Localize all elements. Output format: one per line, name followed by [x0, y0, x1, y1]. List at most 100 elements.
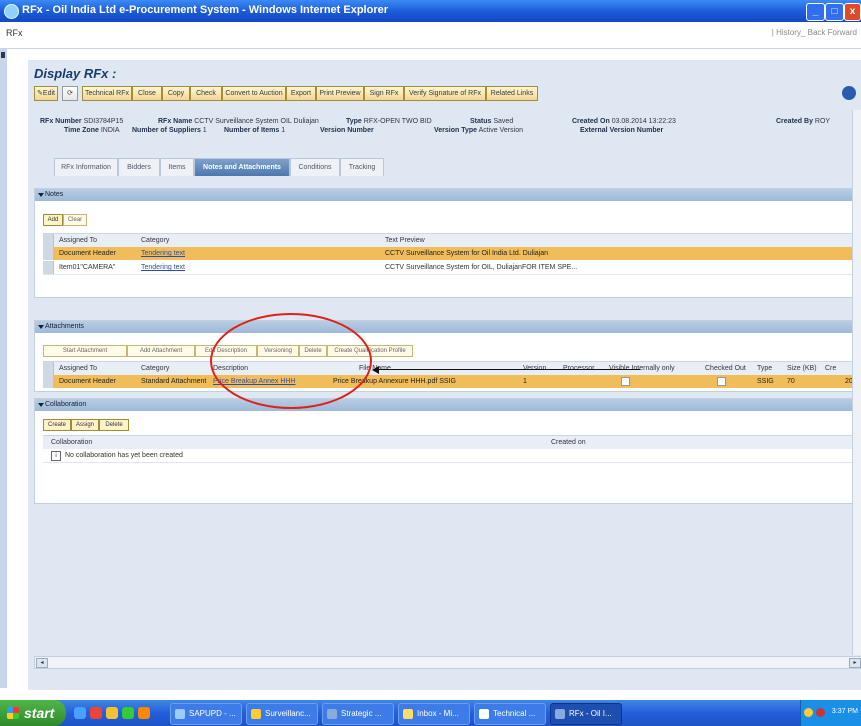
ie-quicklaunch-icon[interactable]: [74, 707, 86, 719]
collaboration-header[interactable]: Collaboration: [35, 399, 861, 411]
windows-flag-icon: [7, 707, 19, 719]
status-value: Saved: [493, 118, 514, 125]
collaboration-empty-row: i No collaboration has yet been created: [43, 449, 861, 463]
tab-tracking[interactable]: Tracking: [340, 158, 384, 176]
annotation-arrow-line: [378, 369, 640, 370]
window-title: RFx - Oil India Ltd e-Procurement System…: [22, 4, 389, 16]
create-collaboration-button[interactable]: Create: [43, 419, 71, 431]
taskbar-item-sapupd[interactable]: SAPUPD - ...: [170, 703, 242, 725]
help-icon[interactable]: [842, 86, 856, 100]
verify-signature-button[interactable]: Verify Signature of RFx: [404, 86, 486, 101]
taskbar-item-technical[interactable]: Technical ...: [474, 703, 546, 725]
type-label: Type: [346, 118, 362, 125]
taskbar-item-surveillance[interactable]: Surveillanc...: [246, 703, 318, 725]
collapse-triangle-icon[interactable]: [38, 193, 44, 197]
table-row[interactable]: Document Header Standard Attachment Pric…: [43, 375, 861, 388]
notes-section: Notes Add Clear Assigned To Category Tex…: [34, 188, 861, 298]
assign-collaboration-button[interactable]: Assign: [71, 419, 99, 431]
rfx-number-value: SDI3784P15: [83, 118, 124, 125]
tab-bidders[interactable]: Bidders: [118, 158, 160, 176]
folder-icon: [251, 709, 261, 719]
table-row[interactable]: Item01"CAMERA" Tendering text CCTV Surve…: [43, 261, 861, 275]
firefox-quicklaunch-icon[interactable]: [138, 707, 150, 719]
edit-button[interactable]: ✎Edit: [34, 86, 58, 101]
version-type-label: Version Type: [434, 127, 478, 134]
external-version-label: External Version Number: [580, 127, 664, 134]
table-row[interactable]: Document Header Tendering text CCTV Surv…: [43, 247, 861, 260]
history-navigation[interactable]: | History_ Back Forward: [772, 28, 857, 37]
app-quicklaunch-icon[interactable]: [90, 707, 102, 719]
num-items-value: 1: [281, 127, 286, 134]
start-button[interactable]: start: [0, 700, 66, 726]
close-window-button[interactable]: x: [844, 3, 861, 21]
taskbar-item-strategic[interactable]: Strategic ...: [322, 703, 394, 725]
collapse-marker-icon[interactable]: [1, 52, 5, 58]
rfx-number-label: RFx Number: [40, 118, 82, 125]
portal-header: RFx | History_ Back Forward: [0, 22, 861, 49]
scroll-left-icon[interactable]: ◂: [36, 658, 48, 668]
document-icon: [479, 709, 489, 719]
ie-icon: [327, 709, 337, 719]
minimize-button[interactable]: _: [806, 3, 825, 21]
visible-internally-checkbox[interactable]: [621, 377, 630, 386]
maximize-button[interactable]: □: [825, 3, 844, 21]
print-preview-button[interactable]: Print Preview: [316, 86, 364, 101]
rfx-toolbar: ✎Edit ⟳ Technical RFx Close Copy Check C…: [34, 86, 861, 102]
created-on-value: 03.08.2014 13:22:23: [611, 118, 676, 125]
refresh-icon: ⟳: [67, 90, 73, 97]
convert-to-auction-button[interactable]: Convert to Auction: [222, 86, 286, 101]
tab-items[interactable]: Items: [160, 158, 194, 176]
mail-icon: [403, 709, 413, 719]
category-link[interactable]: Tendering text: [141, 261, 371, 274]
sign-rfx-button[interactable]: Sign RFx: [364, 86, 404, 101]
notes-table-header: Assigned To Category Text Preview: [43, 233, 861, 248]
taskbar-item-rfx[interactable]: RFx - Oil I...: [550, 703, 622, 725]
add-note-button[interactable]: Add: [43, 214, 63, 226]
annotation-circle: [210, 313, 372, 409]
refresh-button[interactable]: ⟳: [62, 86, 78, 101]
tray-icon[interactable]: [804, 708, 813, 717]
collapse-triangle-icon[interactable]: [38, 325, 44, 329]
info-icon: i: [51, 451, 61, 461]
windows-taskbar: start SAPUPD - ... Surveillanc... Strate…: [0, 700, 861, 726]
version-type-value: Active Version: [478, 127, 523, 134]
copy-button[interactable]: Copy: [162, 86, 190, 101]
delete-collaboration-button[interactable]: Delete: [99, 419, 129, 431]
related-links-button[interactable]: Related Links: [486, 86, 538, 101]
tab-rfx-information[interactable]: RFx Information: [54, 158, 118, 176]
horizontal-scrollbar[interactable]: ◂ ▸: [34, 656, 861, 669]
add-attachment-button[interactable]: Add Attachment: [127, 345, 195, 357]
created-by-value: ROY: [814, 118, 831, 125]
taskbar-item-inbox[interactable]: Inbox - Mi...: [398, 703, 470, 725]
scroll-right-icon[interactable]: ▸: [849, 658, 861, 668]
window-icon: [175, 709, 185, 719]
technical-rfx-button[interactable]: Technical RFx: [82, 86, 132, 101]
category-link[interactable]: Tendering text: [141, 247, 371, 260]
start-attachment-button[interactable]: Start Attachment: [43, 345, 127, 357]
checked-out-checkbox[interactable]: [717, 377, 726, 386]
clock[interactable]: 3:37 PM: [832, 708, 858, 715]
version-number-label: Version Number: [320, 127, 374, 134]
vertical-scrollbar[interactable]: [852, 110, 861, 655]
notes-header[interactable]: Notes: [35, 189, 861, 201]
tab-strip: RFx Information Bidders Items Notes and …: [34, 154, 861, 176]
attachments-header[interactable]: Attachments: [35, 321, 861, 333]
tab-conditions[interactable]: Conditions: [290, 158, 340, 176]
media-quicklaunch-icon[interactable]: [122, 707, 134, 719]
collaboration-table-header: Collaboration Created on: [43, 435, 861, 450]
export-button[interactable]: Export: [286, 86, 316, 101]
security-icon[interactable]: [816, 708, 825, 717]
internet-explorer-icon: [4, 4, 19, 19]
clear-note-button[interactable]: Clear: [63, 214, 87, 226]
portal-label: RFx: [6, 28, 23, 38]
close-button[interactable]: Close: [132, 86, 162, 101]
check-button[interactable]: Check: [190, 86, 222, 101]
tab-notes-and-attachments[interactable]: Notes and Attachments: [194, 158, 290, 176]
folder-quicklaunch-icon[interactable]: [106, 707, 118, 719]
type-value: RFX-OPEN TWO BID: [363, 118, 432, 125]
collapse-triangle-icon[interactable]: [38, 403, 44, 407]
collaboration-section: Collaboration Create Assign Delete Colla…: [34, 398, 861, 504]
created-by-label: Created By: [776, 118, 813, 125]
left-navigation-bar[interactable]: [0, 48, 7, 688]
window-title-bar[interactable]: RFx - Oil India Ltd e-Procurement System…: [0, 0, 861, 22]
